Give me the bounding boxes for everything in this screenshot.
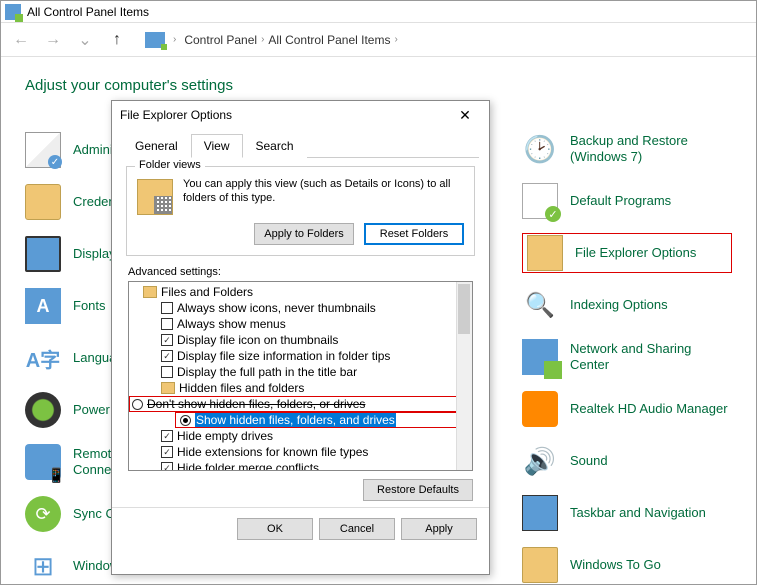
- dialog-title: File Explorer Options: [120, 108, 232, 122]
- chevron-right-icon[interactable]: ›: [173, 34, 176, 45]
- admin-tools-icon: [25, 132, 61, 168]
- folder-views-text: You can apply this view (such as Details…: [183, 177, 464, 206]
- radio-icon[interactable]: [132, 399, 143, 410]
- cp-item-network[interactable]: Network and Sharing Center: [522, 337, 732, 377]
- cp-item-sound[interactable]: 🔊Sound: [522, 441, 732, 481]
- language-icon: A字: [25, 340, 61, 376]
- radio-dont-show-hidden[interactable]: Don't show hidden files, folders, or dri…: [129, 396, 470, 412]
- checkbox-icon[interactable]: ✓: [161, 446, 173, 458]
- cancel-button[interactable]: Cancel: [319, 518, 395, 540]
- tab-view[interactable]: View: [191, 134, 243, 158]
- titlebar: All Control Panel Items: [1, 1, 756, 23]
- tree-item[interactable]: Always show icons, never thumbnails: [131, 300, 470, 316]
- checkbox-icon[interactable]: [161, 318, 173, 330]
- tree-item[interactable]: Display the full path in the title bar: [131, 364, 470, 380]
- dialog-tabs: General View Search: [122, 133, 479, 158]
- chevron-right-icon: ›: [261, 34, 264, 45]
- default-programs-icon: [522, 183, 558, 219]
- windows-icon: ⊞: [25, 548, 61, 584]
- group-label: Folder views: [135, 159, 205, 171]
- cp-item-taskbar[interactable]: Taskbar and Navigation: [522, 493, 732, 533]
- cp-item-backup[interactable]: 🕑Backup and Restore (Windows 7): [522, 129, 732, 169]
- tree-item[interactable]: ✓Display file icon on thumbnails: [131, 332, 470, 348]
- folder-icon: [143, 286, 157, 298]
- windows-togo-icon: [522, 547, 558, 583]
- tree-item[interactable]: ✓Hide folder merge conflicts: [131, 460, 470, 471]
- tree-subfolder[interactable]: Hidden files and folders: [131, 380, 470, 396]
- restore-defaults-button[interactable]: Restore Defaults: [363, 479, 473, 501]
- remoteapp-icon: [25, 444, 61, 480]
- radio-show-hidden[interactable]: Show hidden files, folders, and drives: [175, 412, 470, 428]
- cp-item-file-explorer-options[interactable]: File Explorer Options: [522, 233, 732, 273]
- dialog-titlebar[interactable]: File Explorer Options ✕: [112, 101, 489, 129]
- network-icon: [522, 339, 558, 375]
- sync-icon: ⟳: [25, 496, 61, 532]
- power-icon: [25, 392, 61, 428]
- folder-views-group: Folder views You can apply this view (su…: [126, 166, 475, 256]
- scrollbar-thumb[interactable]: [458, 284, 470, 334]
- folder-icon: [161, 382, 175, 394]
- advanced-settings-tree[interactable]: Files and Folders Always show icons, nev…: [128, 281, 473, 471]
- nav-up-icon[interactable]: ↑: [105, 28, 129, 52]
- tree-item[interactable]: ✓Hide empty drives: [131, 428, 470, 444]
- checkbox-icon[interactable]: [161, 366, 173, 378]
- nav-forward-icon[interactable]: →: [41, 28, 65, 52]
- radio-icon[interactable]: [180, 415, 191, 426]
- nav-back-icon[interactable]: ←: [9, 28, 33, 52]
- cp-item-realtek[interactable]: Realtek HD Audio Manager: [522, 389, 732, 429]
- page-title: Adjust your computer's settings: [25, 77, 732, 94]
- nav-dropdown-icon[interactable]: ⌄: [73, 28, 97, 52]
- tree-item[interactable]: ✓Display file size information in folder…: [131, 348, 470, 364]
- cp-item-indexing[interactable]: 🔍Indexing Options: [522, 285, 732, 325]
- display-icon: [25, 236, 61, 272]
- checkbox-icon[interactable]: ✓: [161, 350, 173, 362]
- fonts-icon: A: [25, 288, 61, 324]
- dialog-buttons: OK Cancel Apply: [112, 507, 489, 540]
- window-title: All Control Panel Items: [27, 5, 149, 19]
- folder-view-icon: [137, 179, 173, 215]
- chevron-right-icon: ›: [394, 34, 397, 45]
- cp-item-default-programs[interactable]: Default Programs: [522, 181, 732, 221]
- tab-general[interactable]: General: [122, 134, 191, 158]
- close-button[interactable]: ✕: [449, 105, 481, 125]
- checkbox-icon[interactable]: [161, 302, 173, 314]
- taskbar-icon: [522, 495, 558, 531]
- tree-item[interactable]: Always show menus: [131, 316, 470, 332]
- file-explorer-options-dialog: File Explorer Options ✕ General View Sea…: [111, 100, 490, 575]
- address-bar-icon: [145, 32, 165, 48]
- credentials-icon: [25, 184, 61, 220]
- nav-toolbar: ← → ⌄ ↑ › Control Panel › All Control Pa…: [1, 23, 756, 57]
- breadcrumb-item[interactable]: Control Panel: [184, 33, 257, 47]
- checkbox-icon[interactable]: ✓: [161, 462, 173, 471]
- realtek-icon: [522, 391, 558, 427]
- ok-button[interactable]: OK: [237, 518, 313, 540]
- tab-search[interactable]: Search: [243, 134, 307, 158]
- checkbox-icon[interactable]: ✓: [161, 334, 173, 346]
- breadcrumb: Control Panel › All Control Panel Items …: [184, 33, 397, 47]
- dialog-body: General View Search Folder views You can…: [112, 129, 489, 548]
- breadcrumb-item[interactable]: All Control Panel Items: [268, 33, 390, 47]
- sound-icon: 🔊: [522, 443, 558, 479]
- control-panel-icon: [5, 4, 21, 20]
- apply-to-folders-button[interactable]: Apply to Folders: [254, 223, 354, 245]
- tree-root[interactable]: Files and Folders: [131, 284, 470, 300]
- cp-right-column: 🕑Backup and Restore (Windows 7) Default …: [522, 129, 732, 585]
- scrollbar[interactable]: [456, 282, 472, 470]
- backup-icon: 🕑: [522, 131, 558, 167]
- advanced-settings-label: Advanced settings:: [128, 266, 473, 278]
- tree-item[interactable]: ✓Hide extensions for known file types: [131, 444, 470, 460]
- indexing-icon: 🔍: [522, 287, 558, 323]
- file-explorer-options-icon: [527, 235, 563, 271]
- checkbox-icon[interactable]: ✓: [161, 430, 173, 442]
- cp-item-windows-togo[interactable]: Windows To Go: [522, 545, 732, 585]
- apply-button[interactable]: Apply: [401, 518, 477, 540]
- reset-folders-button[interactable]: Reset Folders: [364, 223, 464, 245]
